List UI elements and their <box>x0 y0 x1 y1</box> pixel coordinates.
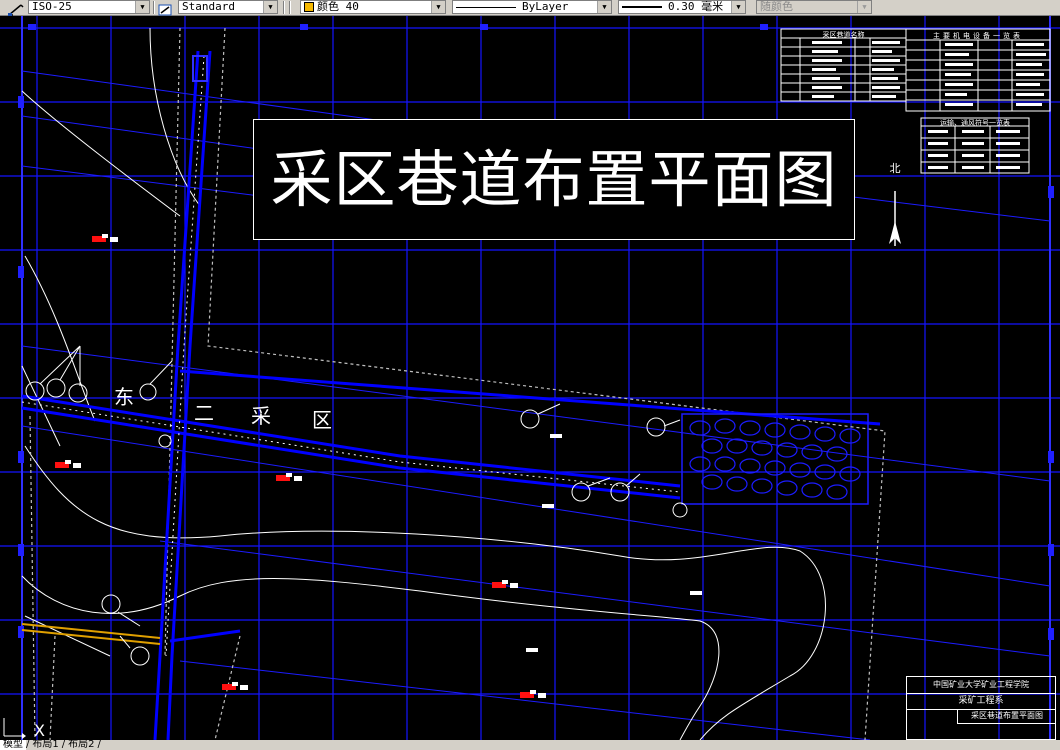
lineweight-combo[interactable]: 0.30 毫米 ▼ <box>618 0 746 14</box>
area-label-char: 采 <box>251 404 271 428</box>
goaf-hatch-area <box>681 413 869 505</box>
color-combo[interactable]: 颜色 40 ▼ <box>300 0 446 14</box>
drawing-title-box[interactable]: 采区巷道布置平面图 <box>253 119 855 240</box>
chevron-down-icon[interactable]: ▼ <box>731 1 745 13</box>
ucs-axis-icon: X <box>3 718 45 740</box>
properties-toolbar: ISO-25 ▼ Standard ▼ 颜色 40 ▼ ByLayer ▼ 0.… <box>0 0 1060 16</box>
text-style-icon[interactable] <box>158 1 172 16</box>
dimension-style-icon[interactable] <box>8 1 24 16</box>
roadway-names-table-title: 采区巷道名称 <box>822 31 865 39</box>
title-block-drawing-name: 采区巷道布置平面图 <box>957 709 1056 724</box>
chevron-down-icon[interactable]: ▼ <box>135 1 149 13</box>
textstyle-value: Standard <box>182 0 235 13</box>
textstyle-combo[interactable]: Standard ▼ <box>178 0 278 14</box>
area-label-char: 东 <box>114 385 134 409</box>
north-label: 北 <box>889 162 901 175</box>
linetype-preview-icon <box>456 6 516 8</box>
chevron-down-icon[interactable]: ▼ <box>263 1 277 13</box>
title-block: 中国矿业大学矿业工程学院 采矿工程系 采区巷道布置平面图 <box>906 676 1056 740</box>
drawing-canvas[interactable]: X 采区巷道名称 主要机电设备一览表 运输、通风符号一览表 采区巷道布置平面图 … <box>0 16 1060 740</box>
linetype-combo[interactable]: ByLayer ▼ <box>452 0 612 14</box>
svg-text:X: X <box>34 721 45 740</box>
color-value: 颜色 40 <box>317 0 359 13</box>
title-block-signature-rows <box>907 723 1055 739</box>
drawing-title: 采区巷道布置平面图 <box>270 143 838 216</box>
dimstyle-combo[interactable]: ISO-25 ▼ <box>28 0 150 14</box>
frame-ticks <box>18 24 1054 640</box>
dimstyle-value: ISO-25 <box>32 0 72 13</box>
north-arrow <box>889 191 901 246</box>
title-block-school: 中国矿业大学矿业工程学院 <box>907 677 1055 694</box>
tab-model[interactable]: 模型 <box>0 740 26 750</box>
tab-layout1[interactable]: 布局1 <box>29 740 61 750</box>
equipment-table-title: 主要机电设备一览表 <box>933 32 1023 40</box>
chevron-down-icon[interactable]: ▼ <box>597 1 611 13</box>
area-label-char: 区 <box>312 408 332 432</box>
layout-tab-bar: 模型 / 布局1/布局2/ <box>0 740 1060 750</box>
lineweight-preview-icon <box>622 6 662 8</box>
plotstyle-combo[interactable]: 随颜色 ▼ <box>756 0 872 14</box>
conveyor-line <box>21 623 161 645</box>
plotstyle-value: 随颜色 <box>760 0 793 13</box>
lineweight-value: 0.30 毫米 <box>668 0 724 13</box>
toolbar-separator <box>153 1 155 14</box>
area-label-char: 二 <box>194 401 214 425</box>
chevron-down-icon[interactable]: ▼ <box>431 1 445 13</box>
symbols-table-title: 运输、通风符号一览表 <box>940 119 1010 127</box>
chevron-down-icon[interactable]: ▼ <box>857 1 871 13</box>
toolbar-separator <box>289 1 291 14</box>
linetype-value: ByLayer <box>522 0 569 13</box>
title-block-dept: 采矿工程系 <box>907 693 1055 710</box>
color-swatch-icon <box>304 1 314 12</box>
tab-layout2[interactable]: 布局2 <box>65 740 97 750</box>
toolbar-separator <box>283 1 285 14</box>
